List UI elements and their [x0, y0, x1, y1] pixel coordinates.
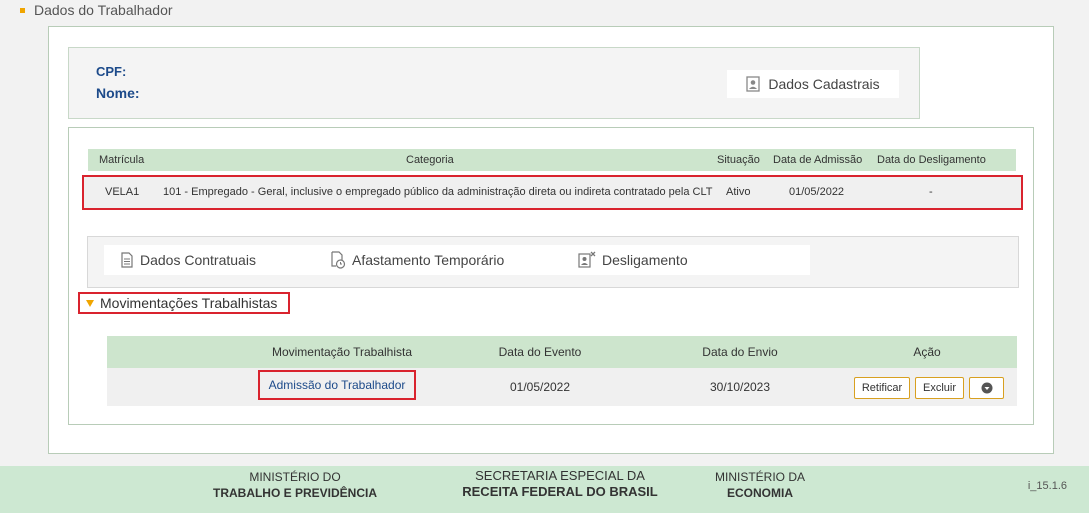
nome-label: Nome: [96, 85, 140, 101]
cell-matricula: VELA1 [105, 186, 140, 198]
footer-mtp-line2: TRABALHO E PREVIDÊNCIA [212, 486, 377, 500]
movimentacoes-title: Movimentações Trabalhistas [100, 295, 278, 311]
cell-data-envio: 30/10/2023 [709, 380, 771, 394]
header-data-envio: Data do Envio [702, 345, 778, 359]
header-data-desligamento: Data do Desligamento [877, 154, 986, 166]
footer-economia-line1: MINISTÉRIO DA [714, 470, 805, 484]
tabs-bar: Dados Contratuais Afastamento Temporário… [104, 245, 810, 275]
tab-afastamento-label: Afastamento Temporário [352, 252, 505, 268]
retificar-button[interactable]: Retificar [854, 377, 910, 399]
dados-cadastrais-label: Dados Cadastrais [768, 76, 880, 92]
header-matricula: Matrícula [99, 154, 145, 166]
header-data-admissao: Data de Admissão [773, 154, 863, 166]
vinculo-table-header: Matrícula Categoria Situação Data de Adm… [88, 149, 1016, 171]
footer-economia: MINISTÉRIO DA ECONOMIA [690, 469, 830, 501]
header-data-evento: Data do Evento [498, 345, 582, 359]
movimentacoes-toggle[interactable]: Movimentações Trabalhistas [78, 292, 290, 314]
cell-categoria: 101 - Empregado - Geral, inclusive o emp… [163, 186, 713, 198]
footer-rfb: SECRETARIA ESPECIAL DA RECEITA FEDERAL D… [435, 468, 685, 500]
excluir-button[interactable]: Excluir [915, 377, 964, 399]
tab-afastamento[interactable]: Afastamento Temporário [330, 245, 504, 275]
footer: MINISTÉRIO DO TRABALHO E PREVIDÊNCIA SEC… [0, 466, 1089, 513]
movimentacoes-table-header: Movimentação Trabalhista Data do Evento … [107, 336, 1017, 368]
cell-data-evento: 01/05/2022 [509, 380, 571, 394]
cell-data-admissao: 01/05/2022 [789, 186, 845, 198]
header-acao: Ação [913, 345, 941, 359]
document-x-icon [578, 251, 596, 268]
tab-desligamento-label: Desligamento [602, 252, 688, 268]
vinculo-row[interactable]: VELA1 101 - Empregado - Geral, inclusive… [82, 175, 1023, 210]
footer-rfb-line2: RECEITA FEDERAL DO BRASIL [462, 484, 658, 499]
cell-data-desligamento: - [929, 186, 933, 198]
download-button[interactable] [969, 377, 1004, 399]
bullet-icon [20, 7, 25, 13]
id-card-icon [746, 76, 761, 92]
document-clock-icon [331, 251, 346, 269]
tab-dados-contratuais-label: Dados Contratuais [140, 252, 256, 268]
caret-down-icon [86, 299, 94, 307]
dados-cadastrais-button[interactable]: Dados Cadastrais [727, 70, 899, 98]
admissao-trabalhador-link[interactable]: Admissão do Trabalhador [258, 370, 416, 400]
header-categoria: Categoria [406, 154, 454, 166]
tab-dados-contratuais[interactable]: Dados Contratuais [120, 245, 256, 275]
section-title-text: Dados do Trabalhador [34, 2, 173, 18]
tab-desligamento[interactable]: Desligamento [578, 245, 688, 275]
footer-mtp: MINISTÉRIO DO TRABALHO E PREVIDÊNCIA [200, 469, 390, 501]
cell-situacao: Ativo [726, 186, 751, 198]
cpf-label: CPF: [96, 64, 127, 79]
footer-rfb-line1: SECRETARIA ESPECIAL DA [475, 468, 645, 483]
document-icon [121, 252, 133, 268]
movimentacao-row: Admissão do Trabalhador 01/05/2022 30/10… [107, 368, 1017, 406]
footer-mtp-line1: MINISTÉRIO DO [249, 470, 341, 484]
header-movimentacao: Movimentação Trabalhista [271, 345, 413, 359]
footer-economia-line2: ECONOMIA [727, 486, 793, 500]
download-icon [981, 382, 992, 394]
header-situacao: Situação [717, 154, 760, 166]
version-label: i_15.1.6 [1027, 480, 1067, 492]
section-title: Dados do Trabalhador [20, 2, 173, 18]
